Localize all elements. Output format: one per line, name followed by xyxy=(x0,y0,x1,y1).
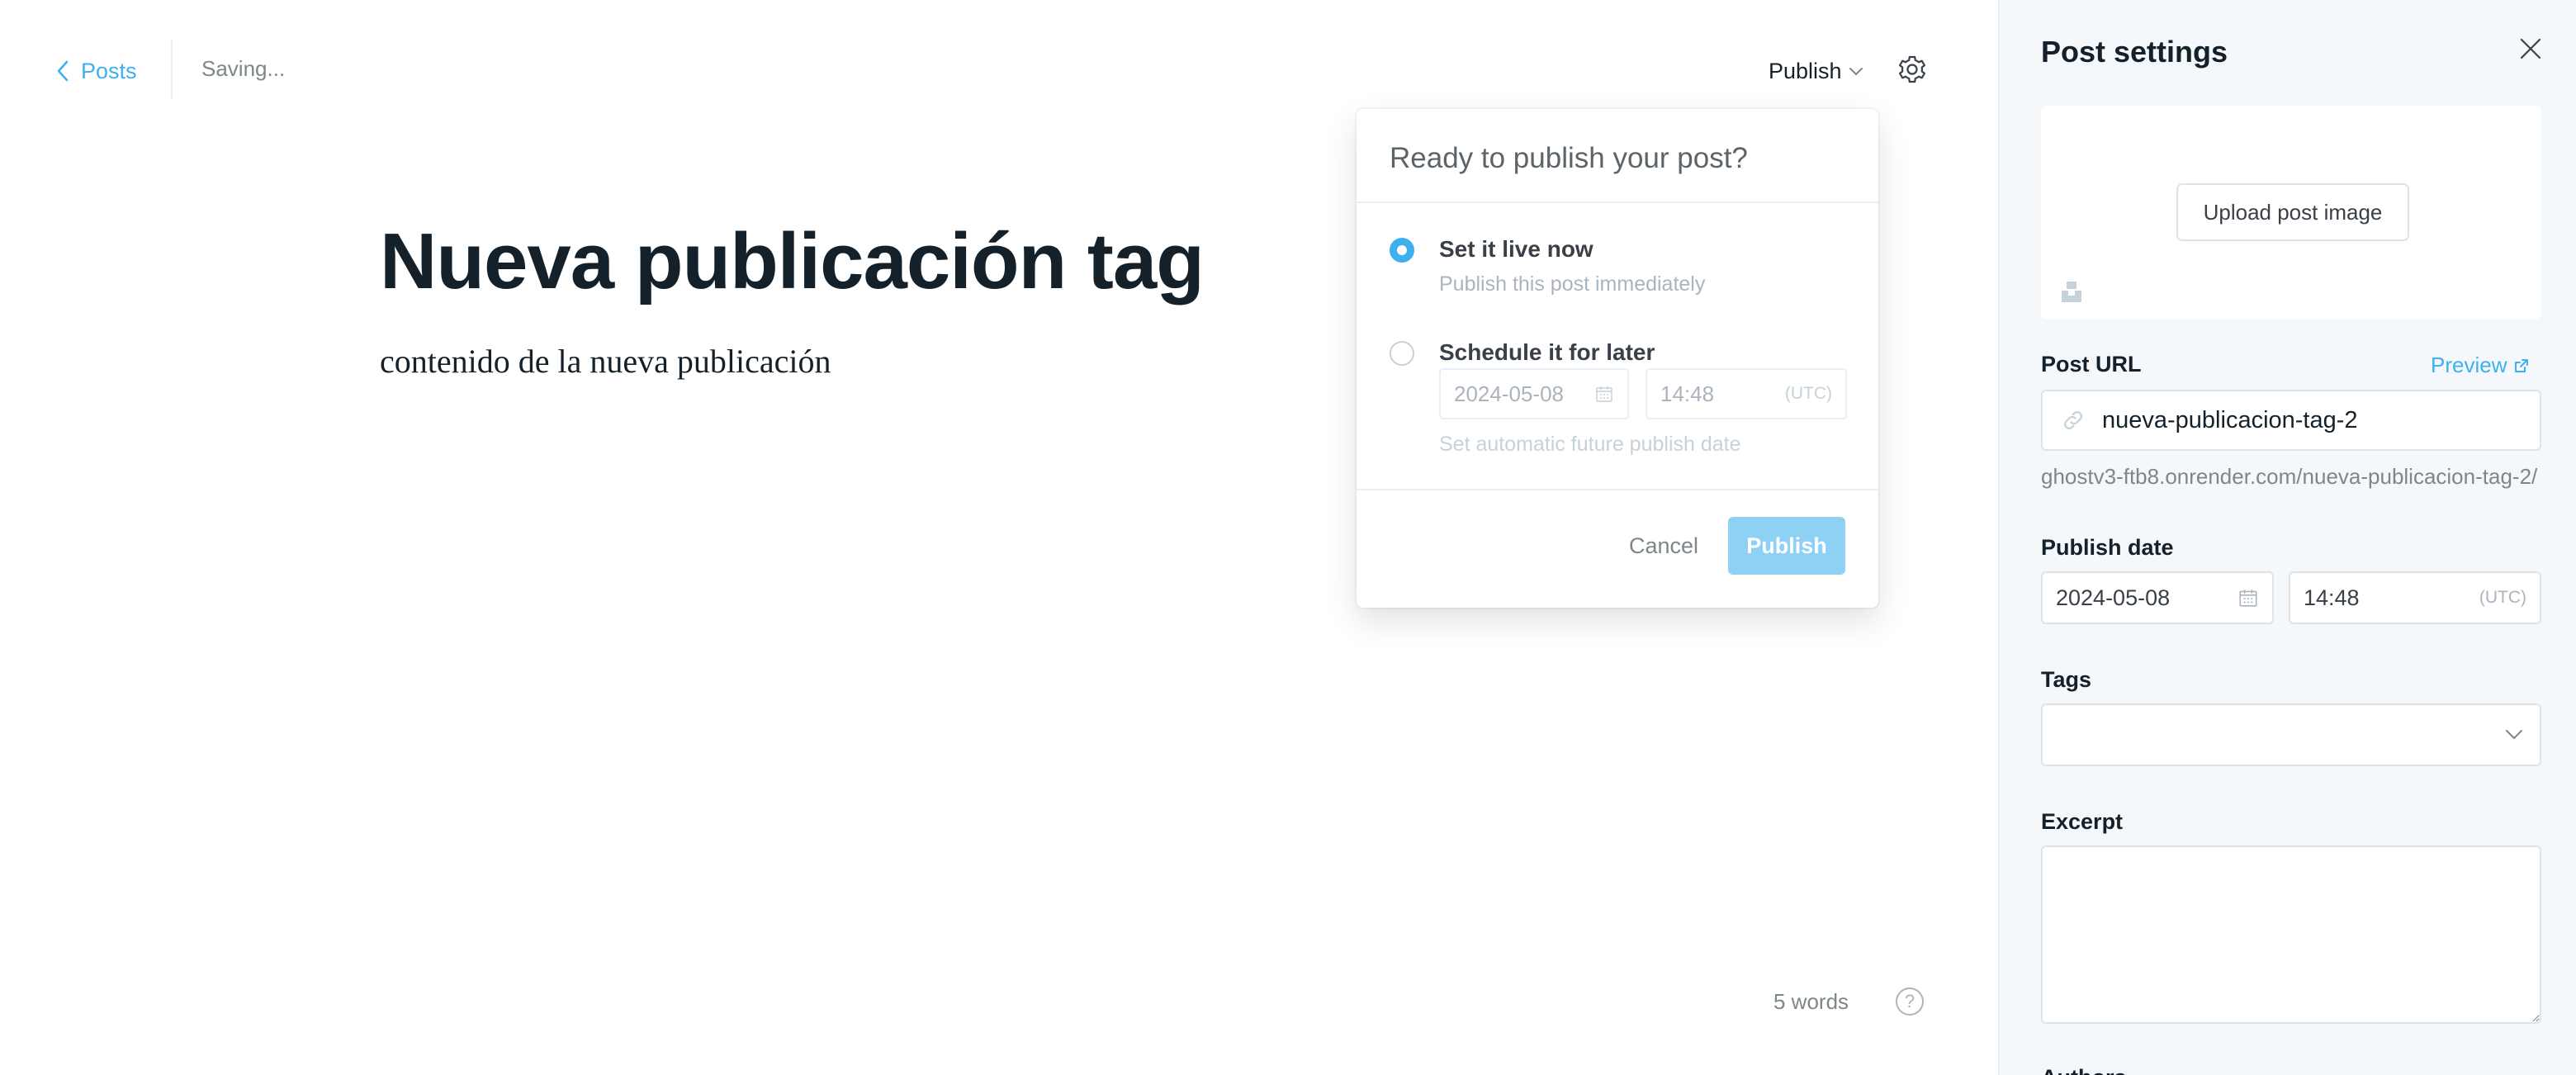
publish-time-input[interactable]: 14:48 (UTC) xyxy=(2289,571,2541,624)
publish-date-value: 2024-05-08 xyxy=(2056,585,2171,610)
option-publish-now[interactable]: Set it live now Publish this post immedi… xyxy=(1390,236,1845,296)
post-title[interactable]: Nueva publicación tag xyxy=(380,216,1205,307)
post-settings-sidebar: Post settings Upload post image Post URL… xyxy=(1998,0,2576,1075)
post-url-field[interactable] xyxy=(2041,390,2541,451)
post-body[interactable]: contenido de la nueva publicación xyxy=(380,342,831,381)
close-sidebar-button[interactable] xyxy=(2518,36,2543,61)
option-publish-now-label: Set it live now xyxy=(1439,236,1593,262)
preview-link-label: Preview xyxy=(2431,353,2507,377)
post-image-box: Upload post image xyxy=(2041,106,2541,319)
excerpt-label: Excerpt xyxy=(2041,809,2124,834)
link-icon xyxy=(2064,411,2082,429)
sidebar-title: Post settings xyxy=(2041,35,2228,69)
gear-icon xyxy=(1899,55,1925,83)
schedule-note: Set automatic future publish date xyxy=(1439,433,1741,456)
schedule-fields: 2024-05-08 14:48 (UTC) xyxy=(1439,368,1847,419)
post-url-label: Post URL xyxy=(2041,352,2142,376)
preview-link[interactable]: Preview xyxy=(2431,353,2530,378)
publish-date-input[interactable]: 2024-05-08 xyxy=(2041,571,2274,624)
publish-menu-trigger[interactable]: Publish xyxy=(1769,54,1863,88)
publish-button[interactable]: Publish xyxy=(1728,517,1845,575)
unsplash-icon[interactable] xyxy=(2059,279,2084,304)
excerpt-textarea[interactable] xyxy=(2041,845,2541,1024)
publish-dropdown-footer: Cancel Publish xyxy=(1629,517,1845,575)
publish-timezone: (UTC) xyxy=(2479,588,2526,607)
publish-dropdown: Ready to publish your post? Set it live … xyxy=(1357,109,1878,608)
calendar-icon xyxy=(1596,386,1612,402)
authors-label: Authors xyxy=(2041,1065,2127,1075)
schedule-date-value: 2024-05-08 xyxy=(1454,381,1564,406)
option-schedule[interactable]: Schedule it for later xyxy=(1390,339,1845,366)
save-status: Saving... xyxy=(201,56,286,81)
word-count: 5 words xyxy=(1773,989,1849,1014)
publish-options: Set it live now Publish this post immedi… xyxy=(1357,203,1878,490)
settings-toggle-button[interactable] xyxy=(1896,53,1929,86)
chevron-down-icon xyxy=(2506,730,2522,739)
schedule-time-input[interactable]: 14:48 (UTC) xyxy=(1646,368,1847,419)
radio-publish-now[interactable] xyxy=(1390,238,1414,263)
schedule-time-value: 14:48 xyxy=(1660,381,1715,406)
publish-menu-label: Publish xyxy=(1769,58,1842,83)
option-publish-now-description: Publish this post immediately xyxy=(1439,272,1706,296)
publish-date-label: Publish date xyxy=(2041,535,2174,560)
tags-select[interactable] xyxy=(2041,703,2541,766)
publish-dropdown-heading: Ready to publish your post? xyxy=(1357,109,1878,203)
close-icon xyxy=(2520,38,2541,59)
option-schedule-label: Schedule it for later xyxy=(1439,339,1655,365)
back-to-posts-link[interactable]: Posts xyxy=(56,54,137,88)
header-divider xyxy=(171,40,173,99)
post-full-url: ghostv3-ftb8.onrender.com/nueva-publicac… xyxy=(2041,464,2538,489)
cancel-button[interactable]: Cancel xyxy=(1629,533,1698,559)
post-url-input[interactable] xyxy=(2102,406,2531,434)
chevron-down-icon xyxy=(1849,68,1863,75)
help-button[interactable]: ? xyxy=(1896,987,1924,1016)
radio-schedule[interactable] xyxy=(1390,341,1414,366)
external-link-icon xyxy=(2515,358,2529,372)
schedule-date-input[interactable]: 2024-05-08 xyxy=(1439,368,1629,419)
question-mark-icon: ? xyxy=(1904,991,1915,1011)
schedule-timezone: (UTC) xyxy=(1784,384,1832,403)
back-link-label: Posts xyxy=(81,58,137,83)
publish-time-value: 14:48 xyxy=(2304,585,2360,610)
calendar-icon xyxy=(2239,590,2257,607)
chevron-left-icon xyxy=(57,60,69,82)
upload-post-image-button[interactable]: Upload post image xyxy=(2176,183,2409,241)
tags-label: Tags xyxy=(2041,667,2092,692)
